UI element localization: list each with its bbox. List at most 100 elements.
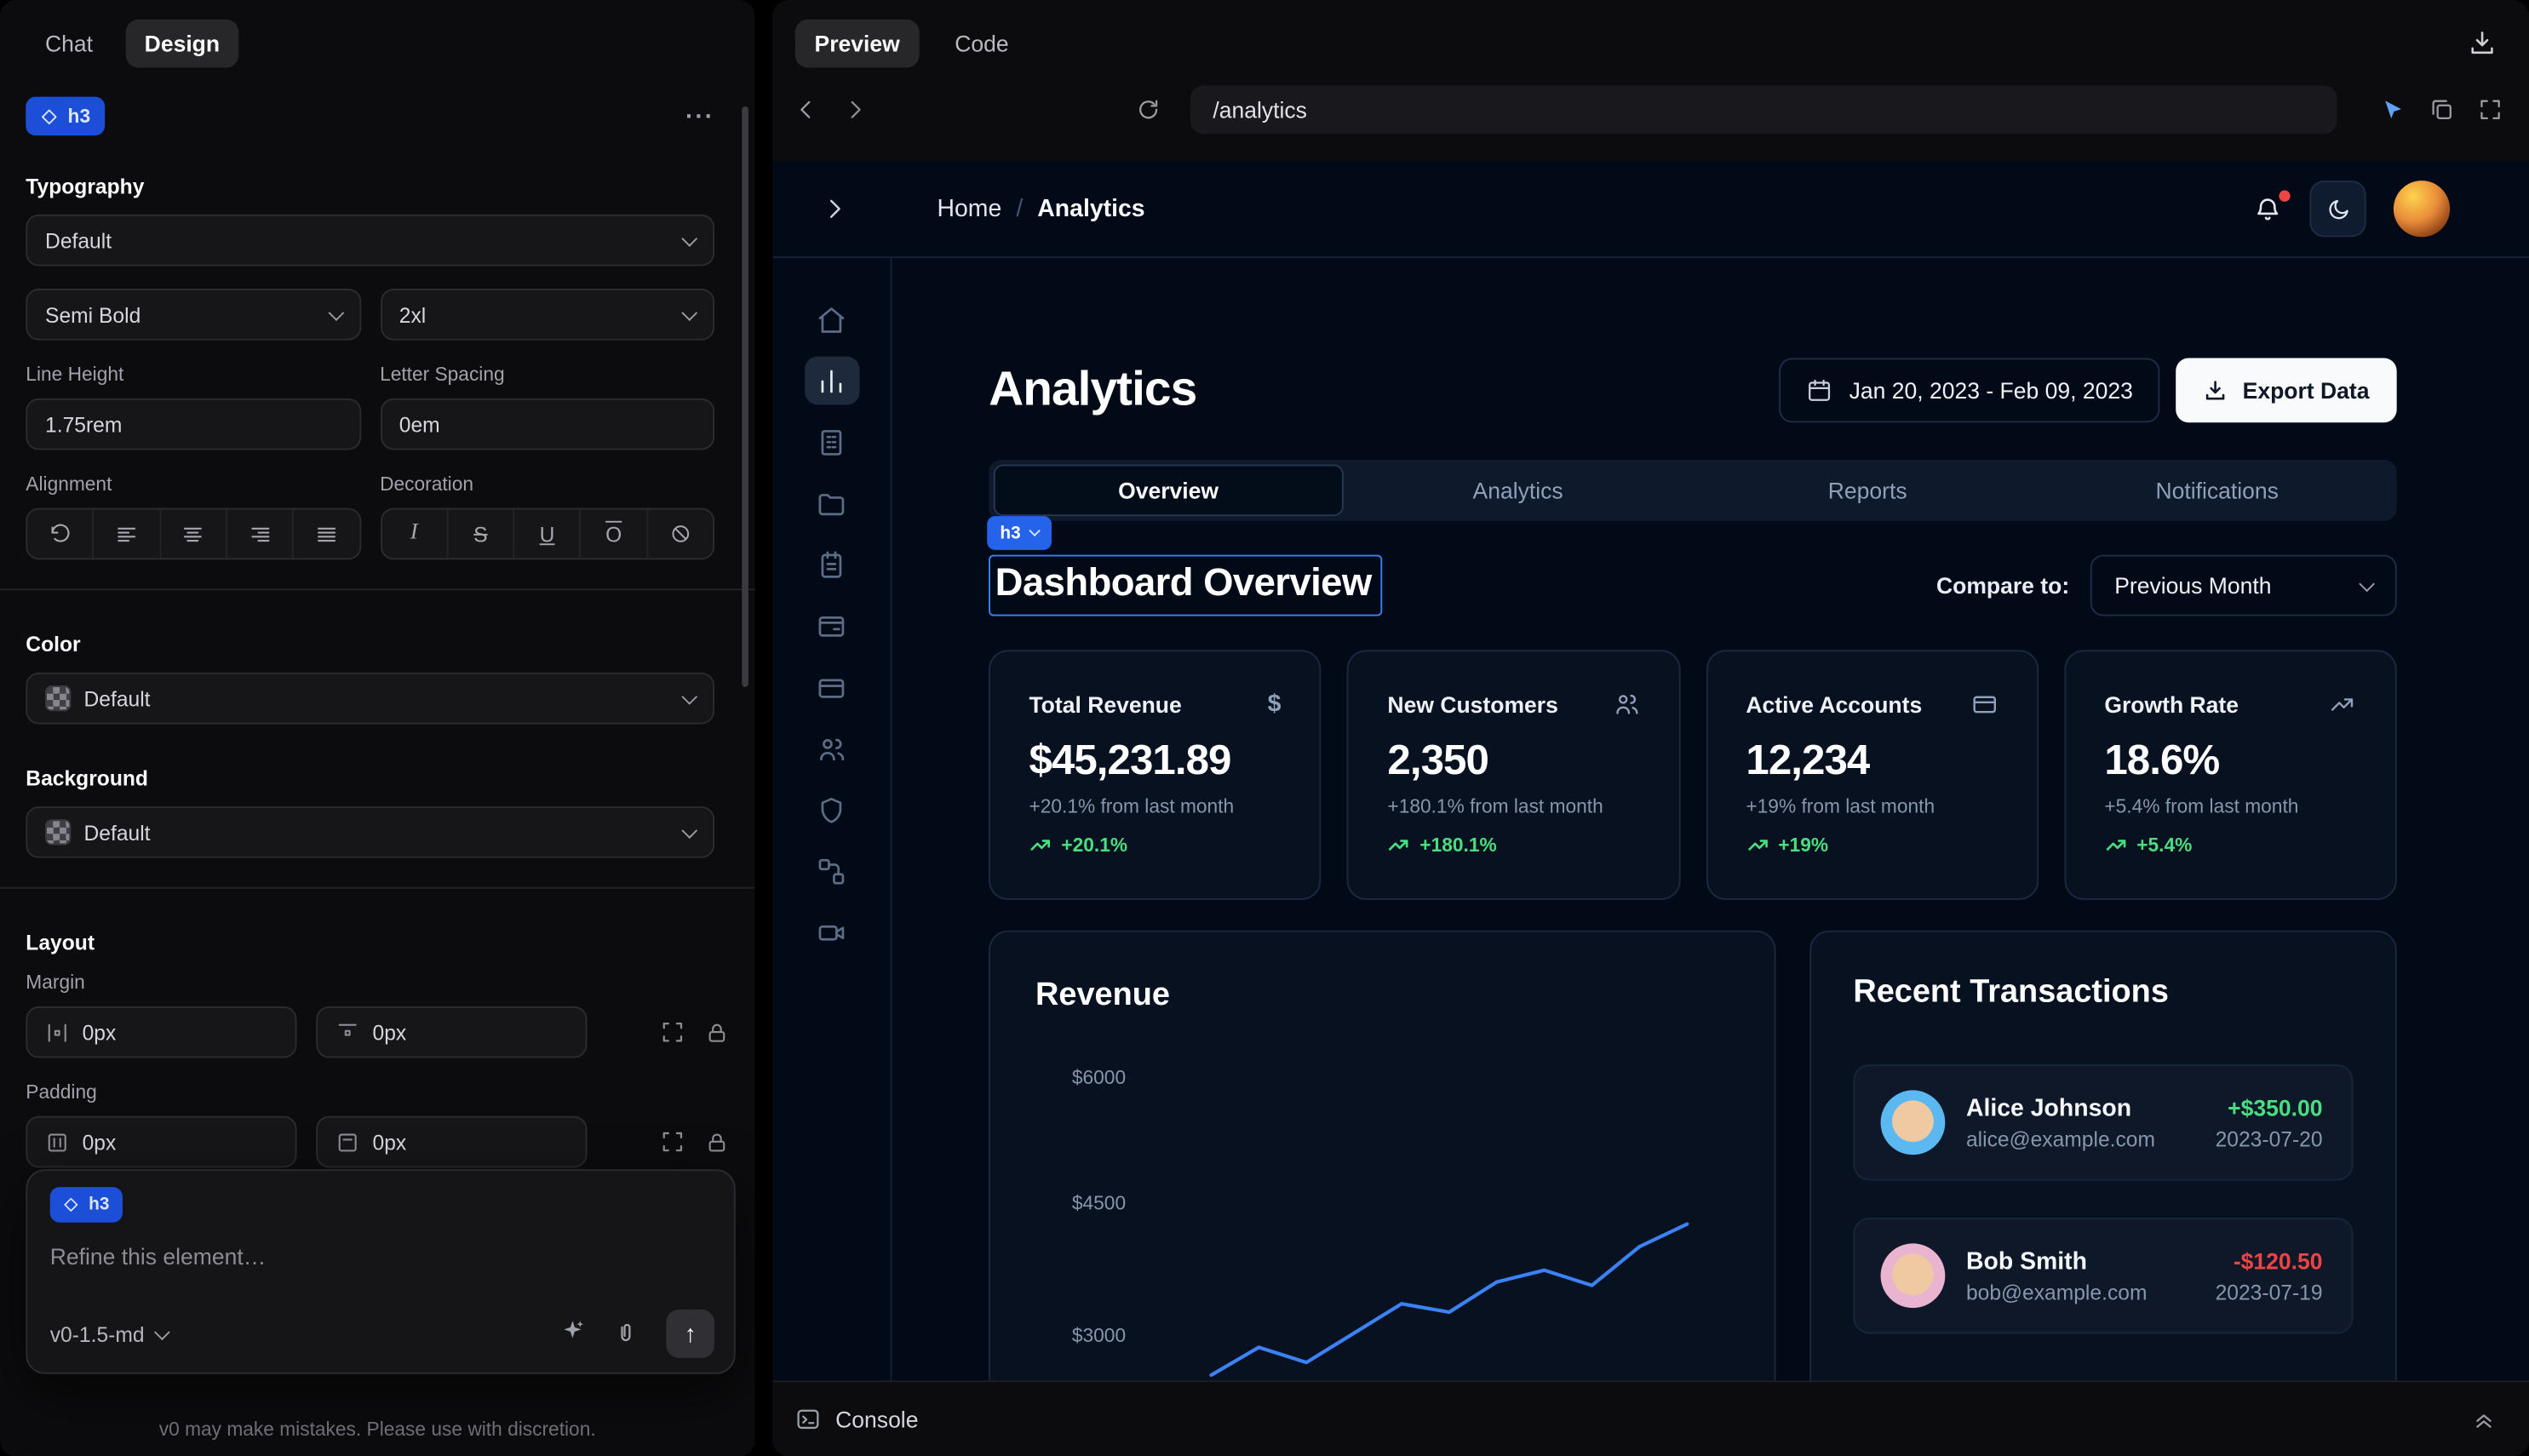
padding-expand-button[interactable]	[660, 1129, 685, 1155]
diamond-icon	[63, 1196, 79, 1212]
padding-y-input[interactable]: 0px	[316, 1116, 587, 1168]
transaction-email: bob@example.com	[1966, 1280, 2148, 1304]
margin-expand-button[interactable]	[660, 1019, 685, 1045]
stat-subtext: +180.1% from last month	[1387, 795, 1639, 818]
theme-toggle-button[interactable]	[2309, 181, 2366, 237]
breadcrumb-home[interactable]: Home	[937, 195, 1001, 222]
selected-element-chip[interactable]: h3	[26, 97, 105, 135]
fullscreen-button[interactable]	[2477, 97, 2503, 123]
element-tag-chip[interactable]: h3	[987, 516, 1051, 550]
letter-spacing-input[interactable]: 0em	[380, 398, 714, 450]
console-bar[interactable]: Console	[772, 1380, 2529, 1456]
chevron-down-icon	[681, 822, 697, 838]
scrollbar[interactable]	[742, 106, 748, 687]
sidebar-item-organization[interactable]	[804, 418, 858, 467]
font-weight-select[interactable]: Semi Bold	[26, 289, 360, 341]
alignment-label: Alignment	[26, 473, 360, 496]
sidebar-item-security[interactable]	[804, 785, 858, 834]
lock-icon	[705, 1020, 729, 1044]
more-options-button[interactable]: ···	[685, 102, 714, 129]
align-right-button[interactable]	[227, 510, 294, 559]
tab-preview[interactable]: Preview	[795, 20, 920, 68]
export-data-button[interactable]: Export Data	[2176, 358, 2397, 422]
copy-page-button[interactable]	[2429, 97, 2455, 123]
font-size-select[interactable]: 2xl	[380, 289, 714, 341]
download-button[interactable]	[2468, 29, 2497, 58]
sidebar-item-workflows[interactable]	[804, 846, 858, 895]
refresh-button[interactable]	[1135, 97, 1161, 123]
padding-lock-button[interactable]	[705, 1130, 729, 1154]
line-height-input[interactable]: 1.75rem	[26, 398, 360, 450]
arrow-up-icon: ↑	[685, 1320, 697, 1347]
undo-icon	[48, 522, 72, 546]
attach-file-button[interactable]	[613, 1321, 639, 1346]
tab-code[interactable]: Code	[935, 20, 1028, 68]
expand-console-button[interactable]	[2471, 1407, 2497, 1432]
sidebar-item-analytics[interactable]	[804, 357, 858, 405]
compare-select[interactable]: Previous Month	[2090, 555, 2397, 616]
users-icon	[1612, 691, 1639, 718]
color-select[interactable]: Default	[26, 673, 714, 725]
tab-notifications[interactable]: Notifications	[2042, 465, 2392, 517]
users-icon	[816, 733, 846, 764]
send-button[interactable]: ↑	[666, 1310, 714, 1358]
double-chevron-up-icon	[2471, 1407, 2497, 1432]
italic-button[interactable]: I	[381, 510, 448, 559]
strikethrough-button[interactable]: S	[448, 510, 514, 559]
clear-formatting-button[interactable]	[648, 510, 713, 559]
transactions-title: Recent Transactions	[1853, 974, 2353, 1012]
strikethrough-icon: S	[473, 522, 487, 546]
transaction-row[interactable]: Bob Smith bob@example.com -$120.50 2023-…	[1853, 1218, 2353, 1333]
avatar[interactable]	[2394, 181, 2450, 237]
chevron-right-icon	[821, 195, 848, 222]
model-select[interactable]: v0-1.5-md	[50, 1321, 167, 1345]
tab-reports[interactable]: Reports	[1693, 465, 2043, 517]
padding-label: Padding	[26, 1081, 714, 1103]
sidebar-item-projects[interactable]	[804, 479, 858, 528]
background-select[interactable]: Default	[26, 806, 714, 858]
sidebar-collapse-button[interactable]	[821, 195, 848, 222]
composer-element-chip[interactable]: h3	[50, 1187, 123, 1223]
margin-lock-button[interactable]	[705, 1020, 729, 1044]
stat-value: $45,231.89	[1029, 736, 1281, 786]
sidebar-item-cards[interactable]	[804, 662, 858, 711]
sidebar-item-billing[interactable]	[804, 602, 858, 651]
tab-analytics[interactable]: Analytics	[1343, 465, 1693, 517]
dashboard-tabs: Overview Analytics Reports Notifications	[989, 460, 2397, 521]
align-left-button[interactable]	[94, 510, 160, 559]
trending-up-icon	[1387, 834, 1410, 857]
recent-transactions-card: Recent Transactions Alice Johnson alice@…	[1809, 931, 2396, 1380]
underline-button[interactable]: U	[514, 510, 581, 559]
undo-button[interactable]	[27, 510, 94, 559]
align-justify-button[interactable]	[294, 510, 358, 559]
padding-row: 0px 0px	[0, 1116, 754, 1168]
notifications-button[interactable]	[2253, 194, 2282, 223]
chevron-down-icon	[681, 304, 697, 320]
select-element-tool[interactable]	[2379, 96, 2406, 123]
forward-button[interactable]	[842, 97, 1113, 123]
sidebar-item-users[interactable]	[804, 724, 858, 772]
tab-design[interactable]: Design	[125, 20, 239, 68]
date-range-picker[interactable]: Jan 20, 2023 - Feb 09, 2023	[1778, 358, 2160, 422]
padding-x-input[interactable]: 0px	[26, 1116, 296, 1168]
align-center-button[interactable]	[161, 510, 227, 559]
sidebar-item-notes[interactable]	[804, 541, 858, 589]
trending-up-icon	[2104, 834, 2127, 857]
margin-x-input[interactable]: 0px	[26, 1006, 296, 1058]
transaction-row[interactable]: Alice Johnson alice@example.com +$350.00…	[1853, 1064, 2353, 1180]
enhance-prompt-button[interactable]	[559, 1317, 585, 1351]
sidebar-item-media[interactable]	[804, 908, 858, 956]
sidebar-item-home[interactable]	[804, 295, 858, 344]
selected-element-outline[interactable]: h3 Dashboard Overview	[989, 555, 1383, 616]
tab-chat[interactable]: Chat	[26, 20, 112, 68]
back-button[interactable]	[794, 97, 819, 123]
font-family-select[interactable]: Default	[26, 215, 714, 267]
revenue-line	[1211, 1224, 1687, 1375]
composer-input[interactable]: Refine this element…	[50, 1243, 712, 1269]
overline-button[interactable]: O	[582, 510, 648, 559]
url-bar[interactable]: /analytics	[1190, 85, 2337, 134]
decoration-label: Decoration	[380, 473, 714, 496]
margin-y-input[interactable]: 0px	[316, 1006, 587, 1058]
tab-overview[interactable]: Overview	[994, 465, 1344, 517]
transaction-name: Alice Johnson	[1966, 1094, 2155, 1121]
